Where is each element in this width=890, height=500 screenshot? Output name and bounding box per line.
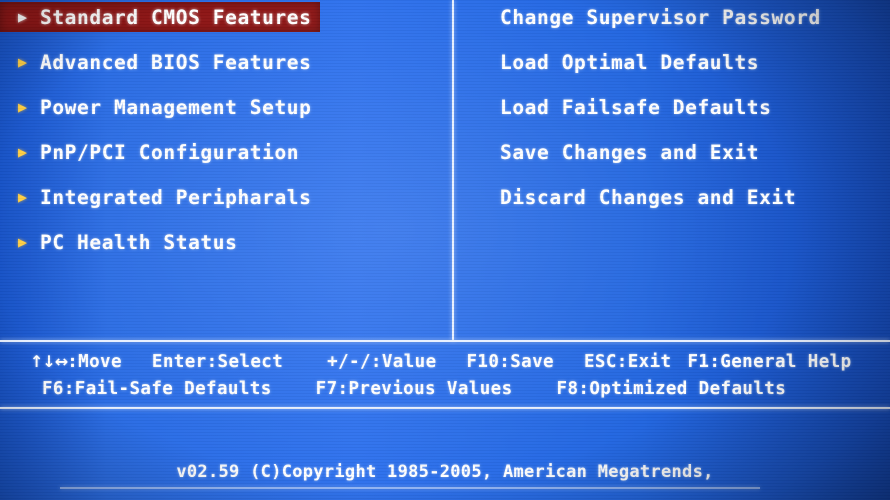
menu-item-label: PC Health Status bbox=[40, 230, 238, 254]
menu-item-save-changes-and-exit[interactable]: Save Changes and Exit bbox=[452, 137, 890, 167]
help-value: +/-/:Value bbox=[327, 351, 437, 372]
menu-item-label: Save Changes and Exit bbox=[500, 140, 760, 164]
help-bar-top-rule bbox=[0, 340, 890, 342]
menu-item-label: Change Supervisor Password bbox=[500, 5, 821, 29]
menu-item-pnp-pci-configuration[interactable]: ▶ PnP/PCI Configuration bbox=[0, 137, 452, 167]
menu-item-load-optimal-defaults[interactable]: Load Optimal Defaults bbox=[452, 47, 890, 77]
help-bar-line-1: ↑↓↔ :Move Enter:Select +/-/:Value F10:Sa… bbox=[0, 348, 890, 375]
right-menu-column: Change Supervisor Password Load Optimal … bbox=[452, 0, 890, 212]
menu-item-label: Load Failsafe Defaults bbox=[500, 95, 772, 119]
help-f1-general-help: F1:General Help bbox=[687, 351, 852, 372]
help-f7-previous-values: F7:Previous Values bbox=[315, 378, 513, 399]
menu-item-advanced-bios-features[interactable]: ▶ Advanced BIOS Features bbox=[0, 47, 452, 77]
footer-rule bbox=[60, 487, 760, 489]
arrow-keys-icon: ↑↓↔ bbox=[30, 352, 68, 371]
menu-item-label: Discard Changes and Exit bbox=[500, 185, 797, 209]
help-bar-bottom-rule bbox=[0, 407, 890, 409]
triangle-right-icon: ▶ bbox=[18, 232, 28, 251]
left-menu-column: ▶ Standard CMOS Features ▶ Advanced BIOS… bbox=[0, 0, 452, 257]
menu-item-integrated-peripharals[interactable]: ▶ Integrated Peripharals bbox=[0, 182, 452, 212]
bios-setup-screen: ▶ Standard CMOS Features ▶ Advanced BIOS… bbox=[0, 0, 890, 500]
menu-item-load-failsafe-defaults[interactable]: Load Failsafe Defaults bbox=[452, 92, 890, 122]
menu-item-standard-cmos-features[interactable]: ▶ Standard CMOS Features bbox=[0, 2, 320, 32]
menu-item-discard-changes-and-exit[interactable]: Discard Changes and Exit bbox=[452, 182, 890, 212]
column-divider bbox=[452, 0, 454, 341]
menu-item-label: PnP/PCI Configuration bbox=[40, 140, 300, 164]
menu-item-label: Integrated Peripharals bbox=[40, 185, 312, 209]
triangle-right-icon: ▶ bbox=[18, 7, 28, 26]
triangle-right-icon: ▶ bbox=[18, 187, 28, 206]
help-f10-save: F10:Save bbox=[466, 351, 554, 372]
menu-item-label: Power Management Setup bbox=[40, 95, 312, 119]
help-bar: ↑↓↔ :Move Enter:Select +/-/:Value F10:Sa… bbox=[0, 344, 890, 406]
help-enter-select: Enter:Select bbox=[151, 351, 284, 372]
help-f8-optimized-defaults: F8:Optimized Defaults bbox=[556, 378, 787, 399]
menu-item-label: Advanced BIOS Features bbox=[40, 50, 312, 74]
help-f6-fail-safe-defaults: F6:Fail-Safe Defaults bbox=[42, 378, 272, 399]
help-bar-line-2: F6:Fail-Safe Defaults F7:Previous Values… bbox=[0, 375, 890, 402]
menu-item-label: Load Optimal Defaults bbox=[500, 50, 760, 74]
menu-item-change-supervisor-password[interactable]: Change Supervisor Password bbox=[452, 2, 890, 32]
triangle-right-icon: ▶ bbox=[18, 52, 28, 71]
copyright-footer: v02.59 (C)Copyright 1985-2005, American … bbox=[176, 462, 714, 482]
triangle-right-icon: ▶ bbox=[18, 97, 28, 116]
menu-item-pc-health-status[interactable]: ▶ PC Health Status bbox=[0, 227, 452, 257]
help-esc-exit: ESC:Exit bbox=[584, 351, 672, 372]
menu-item-label: Standard CMOS Features bbox=[40, 5, 312, 29]
triangle-right-icon: ▶ bbox=[18, 142, 28, 161]
menu-item-power-management-setup[interactable]: ▶ Power Management Setup bbox=[0, 92, 452, 122]
help-move-label: :Move bbox=[67, 351, 122, 372]
